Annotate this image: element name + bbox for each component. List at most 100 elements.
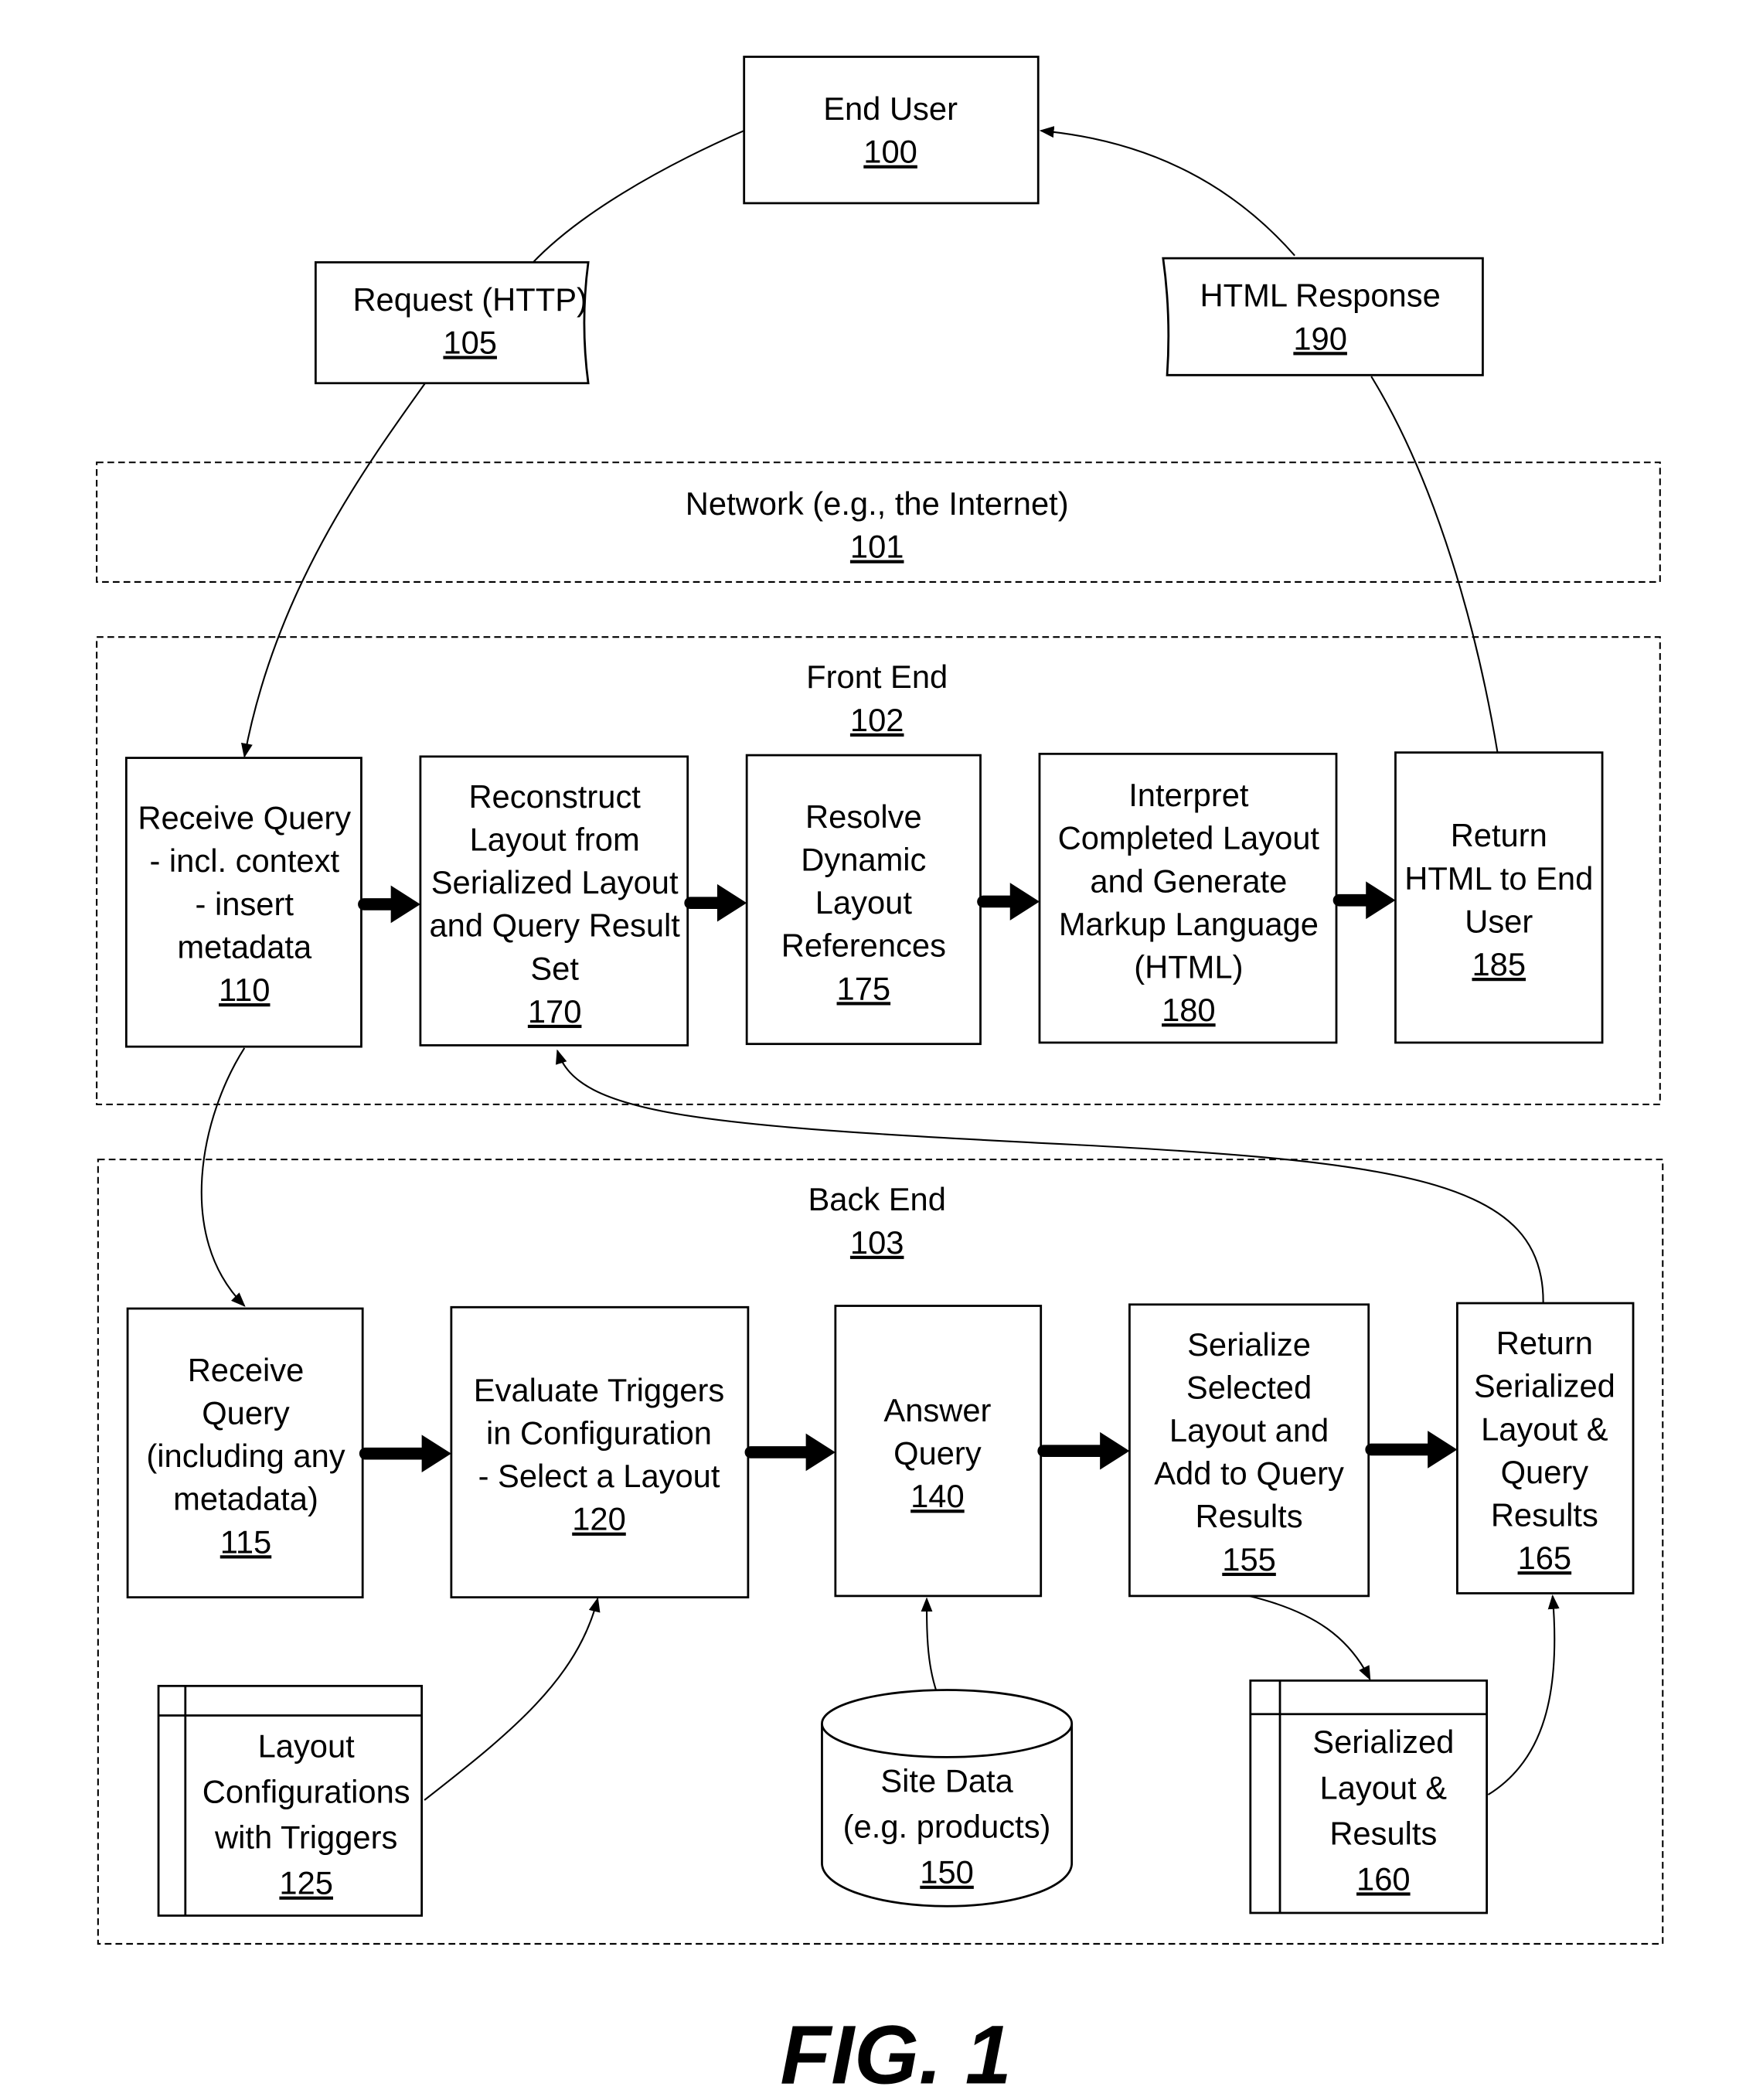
label-line: Query bbox=[893, 1435, 982, 1472]
label-line: Configurations bbox=[203, 1773, 410, 1809]
connector-100-to-105 bbox=[531, 130, 745, 264]
label-line: Query bbox=[1501, 1454, 1589, 1490]
label-line: Layout bbox=[258, 1727, 356, 1764]
step-185-box bbox=[1394, 751, 1604, 1044]
arrow-110-to-170 bbox=[358, 885, 420, 924]
reference-number: 155 bbox=[1222, 1541, 1276, 1578]
reference-number: 185 bbox=[1472, 946, 1526, 982]
label-line: (including any bbox=[146, 1438, 345, 1474]
label-line: Markup Language bbox=[1059, 906, 1319, 942]
label-line: Results bbox=[1329, 1815, 1437, 1851]
arrow-180-to-185 bbox=[1332, 881, 1396, 920]
connector-165-to-170 bbox=[556, 1049, 1544, 1304]
reference-number: 165 bbox=[1518, 1540, 1572, 1576]
label-line: Layout bbox=[815, 884, 913, 921]
label-line: and Generate bbox=[1090, 863, 1287, 899]
connector-125-to-120 bbox=[424, 1597, 601, 1801]
connector-110-to-115 bbox=[200, 1047, 246, 1307]
label-line: Results bbox=[1491, 1497, 1598, 1533]
request-box bbox=[314, 260, 590, 385]
connector-155-to-160 bbox=[1248, 1595, 1371, 1681]
label-line: Site Data bbox=[880, 1763, 1013, 1799]
label-line: - insert bbox=[196, 886, 294, 922]
label-line: Serialized Layout bbox=[431, 864, 679, 900]
label-line: Results bbox=[1196, 1498, 1303, 1534]
label-line: Set bbox=[530, 950, 579, 986]
arrow-140-to-155 bbox=[1037, 1431, 1130, 1470]
label-line: Serialized bbox=[1312, 1724, 1454, 1760]
label-line: Back End bbox=[808, 1181, 945, 1217]
reference-number: 115 bbox=[220, 1523, 271, 1560]
label-line: Return bbox=[1451, 817, 1547, 853]
label-line: and Query Result bbox=[429, 907, 680, 944]
arrow-115-to-120 bbox=[359, 1435, 451, 1473]
label-line: Layout from bbox=[470, 821, 640, 857]
reference-number: 101 bbox=[850, 529, 904, 565]
label-line: Selected bbox=[1186, 1369, 1312, 1405]
label-line: Request (HTTP) bbox=[352, 281, 587, 318]
arrow-175-to-180 bbox=[977, 883, 1040, 921]
label-line: Add to Query bbox=[1154, 1455, 1344, 1492]
flow-diagram: End User 100 Request (HTTP) 105 HTML Respons… bbox=[96, 56, 1664, 2100]
reference-number: 100 bbox=[863, 134, 917, 170]
connector-105-to-110 bbox=[240, 379, 428, 758]
arrow-120-to-140 bbox=[744, 1433, 836, 1472]
end-user-box bbox=[743, 56, 1040, 205]
reference-number: 150 bbox=[920, 1854, 974, 1891]
label-line: - Select a Layout bbox=[478, 1458, 720, 1494]
reference-number: 110 bbox=[219, 972, 270, 1008]
label-line: Receive Query bbox=[138, 800, 351, 836]
label-line: HTML Response bbox=[1200, 277, 1441, 314]
label-line: Query bbox=[202, 1394, 290, 1431]
label-line: Resolve bbox=[805, 798, 922, 835]
label-line: Serialized bbox=[1474, 1368, 1615, 1404]
reference-number: 160 bbox=[1356, 1860, 1411, 1897]
label-line: User bbox=[1465, 903, 1533, 939]
reference-number: 105 bbox=[443, 325, 497, 361]
reference-number: 140 bbox=[910, 1478, 965, 1514]
label-line: Network (e.g., the Internet) bbox=[686, 485, 1069, 522]
connector-160-to-165 bbox=[1487, 1595, 1560, 1795]
label-line: in Configuration bbox=[486, 1415, 712, 1452]
label-line: Dynamic bbox=[801, 842, 926, 878]
reference-number: 190 bbox=[1293, 320, 1347, 356]
reference-number: 102 bbox=[850, 702, 904, 738]
label-line: - incl. context bbox=[149, 842, 339, 879]
label-line: References bbox=[781, 927, 946, 964]
arrow-170-to-175 bbox=[684, 883, 747, 922]
label-back-end: Back End 103 bbox=[808, 1181, 945, 1261]
label-line: Layout and bbox=[1169, 1412, 1329, 1448]
label-line: Reconstruct bbox=[468, 778, 641, 815]
step-120-box bbox=[450, 1305, 750, 1598]
label-line: Return bbox=[1496, 1325, 1593, 1361]
reference-number: 125 bbox=[279, 1865, 333, 1901]
label-line: with Triggers bbox=[214, 1819, 397, 1856]
reference-number: 103 bbox=[850, 1224, 904, 1261]
label-line: Serialize bbox=[1187, 1326, 1311, 1363]
label-line: metadata) bbox=[173, 1481, 318, 1517]
label-line: HTML to End bbox=[1404, 860, 1593, 897]
html-response-box bbox=[1162, 257, 1484, 376]
label-line: (e.g. products) bbox=[843, 1809, 1051, 1845]
reference-number: 180 bbox=[1162, 992, 1216, 1028]
label-network: Network (e.g., the Internet) 101 bbox=[686, 485, 1069, 565]
label-line: (HTML) bbox=[1134, 949, 1243, 985]
reference-number: 170 bbox=[528, 993, 582, 1030]
label-line: metadata bbox=[177, 928, 312, 965]
label-line: Receive bbox=[188, 1352, 305, 1388]
label-line: Layout & bbox=[1320, 1769, 1448, 1806]
label-front-end: Front End 102 bbox=[806, 659, 948, 738]
reference-number: 175 bbox=[837, 970, 891, 1006]
label-line: Evaluate Triggers bbox=[474, 1372, 724, 1408]
label-line: Answer bbox=[883, 1392, 991, 1428]
label-line: Layout & bbox=[1481, 1411, 1608, 1447]
connector-185-to-190 bbox=[1370, 376, 1499, 753]
label-line: Interpret bbox=[1128, 777, 1249, 813]
label-line: Front End bbox=[806, 659, 948, 695]
arrow-155-to-165 bbox=[1365, 1431, 1458, 1469]
reference-number: 120 bbox=[572, 1501, 626, 1537]
figure-label: FIG. 1 bbox=[780, 2008, 1011, 2100]
label-line: Completed Layout bbox=[1058, 820, 1320, 856]
label-line: End User bbox=[823, 90, 958, 127]
connector-190-to-100 bbox=[1039, 126, 1295, 257]
